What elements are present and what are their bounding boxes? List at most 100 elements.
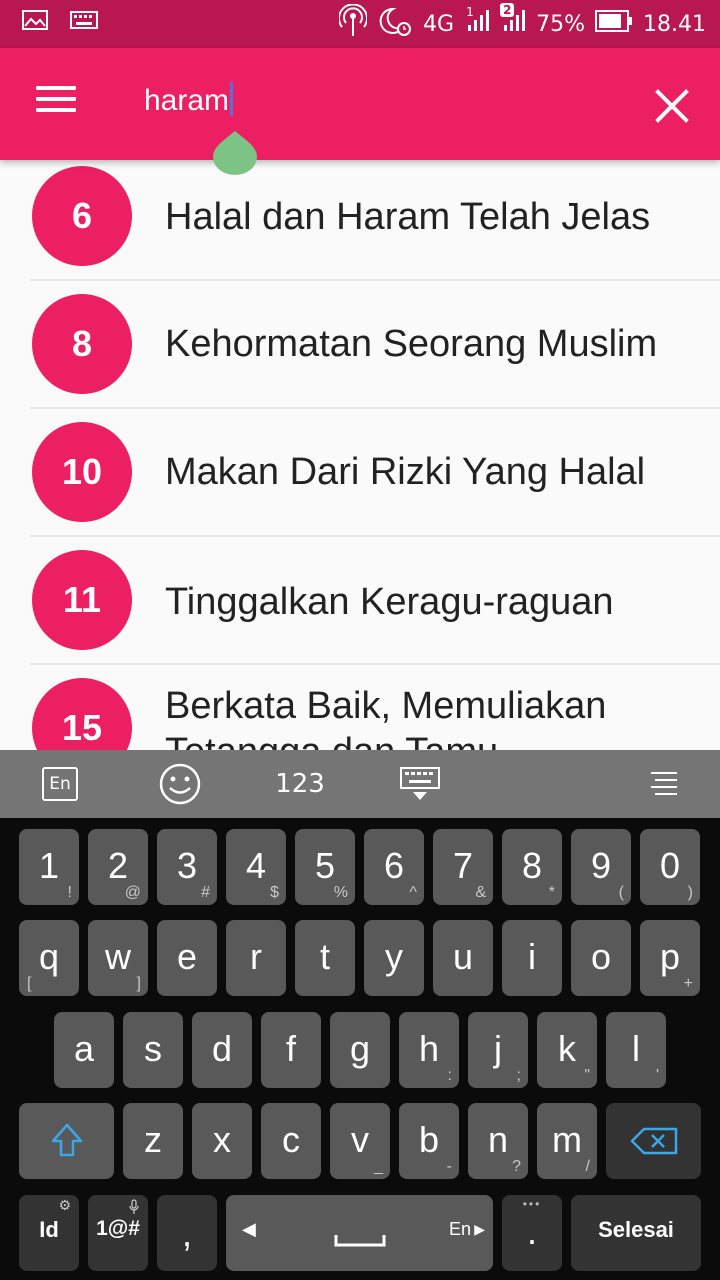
search-query: haram <box>144 84 230 117</box>
key-m[interactable]: m / <box>537 1103 597 1179</box>
space-key[interactable]: ◀ En ▶ <box>226 1195 493 1271</box>
key-j[interactable]: j; <box>468 1012 528 1088</box>
key-n[interactable]: n? <box>468 1103 528 1179</box>
done-key-label: Selesai <box>598 1217 674 1242</box>
close-search-icon[interactable] <box>650 84 694 128</box>
item-title: Makan Dari Rizki Yang Halal <box>165 451 646 493</box>
list-item[interactable]: 15 Berkata Baik, Memuliakan Tetangga dan… <box>0 665 720 750</box>
night-alarm-icon <box>377 5 413 43</box>
list-item[interactable]: 6 Halal dan Haram Telah Jelas <box>0 160 720 288</box>
key-a[interactable]: a <box>54 1012 114 1088</box>
hotspot-icon <box>338 3 369 44</box>
item-number-badge: 6 <box>32 166 132 266</box>
item-number-badge: 10 <box>32 422 132 522</box>
key-h[interactable]: h: <box>399 1012 459 1088</box>
key-9[interactable]: 9( <box>571 829 631 905</box>
item-title: Tinggalkan Keragu-raguan <box>165 581 614 623</box>
microphone-icon <box>129 1199 139 1214</box>
keyboard: 1! 2 @ 3 # 4 $ 5% 6 ^ 7 & 8 * 9( 0) q[ w] e r … <box>0 818 720 1280</box>
switch-language-right-icon: ▶ <box>474 1221 485 1237</box>
key-7[interactable]: 7 & <box>433 829 493 905</box>
key-q[interactable]: q[ <box>19 920 79 996</box>
key-t[interactable]: t <box>295 920 355 996</box>
signal-sim2-icon: 2 <box>500 3 526 39</box>
done-key[interactable]: Selesai <box>571 1195 701 1271</box>
key-4[interactable]: 4 $ <box>226 829 286 905</box>
keyboard-menu-icon[interactable] <box>648 750 680 818</box>
space-language-label: En <box>448 1219 471 1239</box>
battery-icon <box>595 10 633 38</box>
keyboard-notification-icon <box>70 11 98 33</box>
settings-icon: ⚙ <box>58 1197 71 1213</box>
key-g[interactable]: g <box>330 1012 390 1088</box>
key-f[interactable]: f <box>261 1012 321 1088</box>
item-number-badge: 15 <box>32 678 132 750</box>
keyboard-toolbar: En 123 <box>0 750 720 818</box>
language-toolbar-button[interactable]: En <box>40 750 80 818</box>
key-b[interactable]: b- <box>399 1103 459 1179</box>
more-punctuation-icon: ••• <box>522 1197 542 1211</box>
list-item[interactable]: 10 Makan Dari Rizki Yang Halal <box>0 409 720 537</box>
shift-arrow-icon <box>51 1123 83 1157</box>
search-input[interactable]: haram <box>144 82 234 118</box>
item-number-badge: 8 <box>32 294 132 394</box>
emoji-icon[interactable] <box>158 750 202 818</box>
key-0[interactable]: 0) <box>640 829 700 905</box>
key-x[interactable]: x <box>192 1103 252 1179</box>
key-1[interactable]: 1! <box>19 829 79 905</box>
search-results-list: 6 Halal dan Haram Telah Jelas 8 Kehormat… <box>0 160 720 750</box>
key-d[interactable]: d <box>192 1012 252 1088</box>
clock: 18.41 <box>643 11 706 37</box>
hide-keyboard-icon[interactable] <box>398 750 442 818</box>
item-title: Kehormatan Seorang Muslim <box>165 323 658 365</box>
language-toolbar-label: En <box>42 767 78 801</box>
numbers-toolbar-button[interactable]: 123 <box>270 750 330 818</box>
key-c[interactable]: c <box>261 1103 321 1179</box>
key-y[interactable]: y <box>364 920 424 996</box>
key-3[interactable]: 3 # <box>157 829 217 905</box>
key-w[interactable]: w] <box>88 920 148 996</box>
key-k[interactable]: k " <box>537 1012 597 1088</box>
key-l[interactable]: l ' <box>606 1012 666 1088</box>
comma-key[interactable]: , <box>157 1195 217 1271</box>
space-bar-icon <box>334 1235 386 1247</box>
sim1-label: 1 <box>466 5 474 19</box>
status-bar: 4G 1 2 75% 18.41 <box>0 0 720 48</box>
key-e[interactable]: e <box>157 920 217 996</box>
key-2[interactable]: 2 @ <box>88 829 148 905</box>
key-u[interactable]: u <box>433 920 493 996</box>
key-8[interactable]: 8 * <box>502 829 562 905</box>
input-language-key[interactable]: Id ⚙ <box>19 1195 79 1271</box>
item-title: Halal dan Haram Telah Jelas <box>165 196 651 238</box>
backspace-icon <box>630 1127 678 1155</box>
backspace-key[interactable] <box>606 1103 701 1179</box>
signal-sim1-icon: 1 <box>464 5 490 39</box>
shift-key[interactable] <box>19 1103 114 1179</box>
key-i[interactable]: i <box>502 920 562 996</box>
image-notification-icon <box>22 10 48 34</box>
key-v[interactable]: v _ <box>330 1103 390 1179</box>
key-6[interactable]: 6 ^ <box>364 829 424 905</box>
switch-language-left-icon: ◀ <box>242 1219 256 1239</box>
symbols-key[interactable]: 1@# <box>88 1195 148 1271</box>
symbols-key-label: 1@# <box>96 1217 140 1240</box>
search-app-bar: haram <box>0 48 720 160</box>
input-language-label: Id <box>39 1217 59 1242</box>
network-type-label: 4G <box>423 11 455 37</box>
key-r[interactable]: r <box>226 920 286 996</box>
key-5[interactable]: 5% <box>295 829 355 905</box>
period-key[interactable]: ••• . <box>502 1195 562 1271</box>
text-cursor <box>230 82 234 116</box>
list-item[interactable]: 11 Tinggalkan Keragu-raguan <box>0 537 720 665</box>
key-p[interactable]: p + <box>640 920 700 996</box>
item-number-badge: 11 <box>32 550 132 650</box>
item-title: Berkata Baik, Memuliakan Tetangga dan Ta… <box>165 685 607 750</box>
key-s[interactable]: s <box>123 1012 183 1088</box>
list-item[interactable]: 8 Kehormatan Seorang Muslim <box>0 281 720 409</box>
sim2-label: 2 <box>500 3 515 17</box>
key-o[interactable]: o <box>571 920 631 996</box>
text-selection-handle[interactable] <box>213 125 257 175</box>
battery-percent: 75% <box>536 11 586 37</box>
key-z[interactable]: z <box>123 1103 183 1179</box>
menu-icon[interactable] <box>36 86 76 122</box>
